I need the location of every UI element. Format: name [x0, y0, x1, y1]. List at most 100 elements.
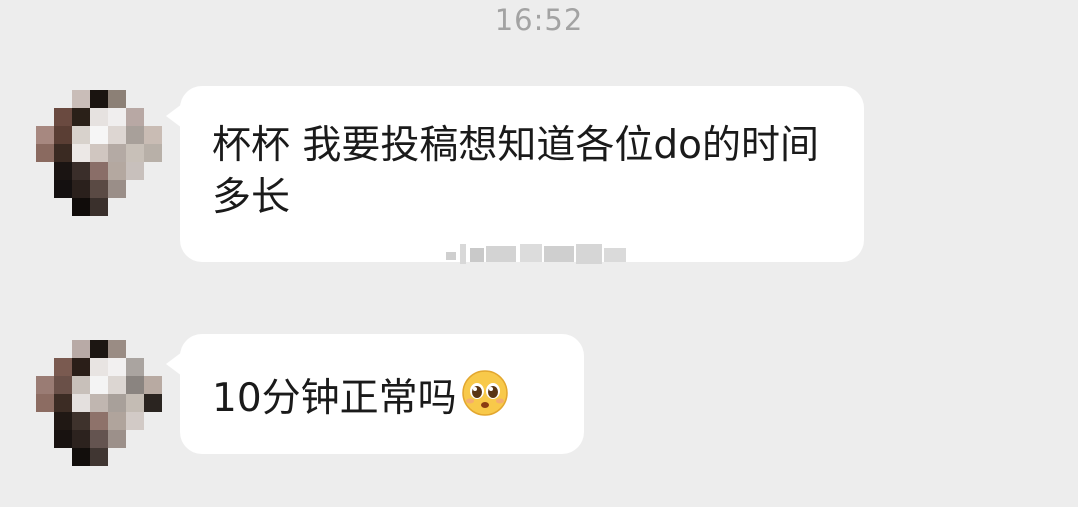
avatar-pixel [90, 180, 108, 198]
message-bubble[interactable]: 杯杯 我要投稿想知道各位do的时间多长 [166, 86, 864, 262]
avatar-pixel [90, 376, 108, 394]
avatar-pixel [72, 198, 90, 216]
message-bubble[interactable]: 10分钟正常吗 [166, 334, 584, 454]
avatar-pixel [36, 162, 54, 180]
avatar-pixel [72, 448, 90, 466]
avatar-pixel [108, 180, 126, 198]
avatar-pixel [90, 126, 108, 144]
avatar-pixel [54, 376, 72, 394]
message-text: 10分钟正常吗 [212, 376, 457, 421]
avatar-pixel [36, 180, 54, 198]
avatar-pixel [90, 448, 108, 466]
avatar-pixel [144, 394, 162, 412]
avatar-pixel [72, 144, 90, 162]
watermark-icon [446, 244, 626, 264]
avatar-pixel [90, 90, 108, 108]
avatar-pixel [36, 358, 54, 376]
avatar-pixel [72, 358, 90, 376]
avatar-pixel [144, 144, 162, 162]
avatar-pixel [36, 448, 54, 466]
avatar-pixel [72, 430, 90, 448]
avatar-pixel [126, 430, 144, 448]
avatar-pixel [144, 340, 162, 358]
avatar[interactable] [36, 90, 164, 218]
avatar-pixel [144, 126, 162, 144]
avatar-pixel [72, 90, 90, 108]
avatar-pixel [36, 412, 54, 430]
avatar[interactable] [36, 340, 164, 468]
avatar-pixel [108, 340, 126, 358]
avatar-pixel [36, 90, 54, 108]
avatar-pixel [72, 394, 90, 412]
avatar-pixel [126, 198, 144, 216]
avatar-pixel [144, 90, 162, 108]
avatar-pixel [90, 144, 108, 162]
avatar-pixel [144, 412, 162, 430]
avatar-pixel [90, 340, 108, 358]
avatar-pixel [126, 448, 144, 466]
avatar-pixel [36, 126, 54, 144]
avatar-pixel [54, 448, 72, 466]
avatar-pixel [36, 198, 54, 216]
avatar-pixel [36, 340, 54, 358]
avatar-pixel [54, 162, 72, 180]
avatar-pixel [90, 412, 108, 430]
avatar-pixel [126, 144, 144, 162]
avatar-pixel [36, 376, 54, 394]
avatar-pixel [126, 162, 144, 180]
avatar-pixel [72, 162, 90, 180]
pleading-face-emoji-icon [461, 370, 508, 416]
avatar-pixel [72, 108, 90, 126]
avatar-pixel [108, 358, 126, 376]
avatar-pixel [72, 126, 90, 144]
avatar-pixel [108, 144, 126, 162]
avatar-pixel [144, 198, 162, 216]
avatar-pixel [126, 394, 144, 412]
avatar-pixel [54, 90, 72, 108]
avatar-pixel [54, 180, 72, 198]
avatar-pixel [108, 198, 126, 216]
avatar-pixel [144, 108, 162, 126]
avatar-pixel [36, 108, 54, 126]
avatar-pixel [36, 144, 54, 162]
message-text: 杯杯 我要投稿想知道各位do的时间多长 [212, 123, 820, 220]
avatar-pixel [144, 162, 162, 180]
avatar-pixel [36, 394, 54, 412]
avatar-pixel [144, 430, 162, 448]
avatar-pixel [108, 126, 126, 144]
avatar-pixel [126, 340, 144, 358]
bubble-tail [166, 104, 182, 128]
avatar-pixel [54, 394, 72, 412]
avatar-pixel [54, 430, 72, 448]
avatar-pixel [144, 376, 162, 394]
avatar-pixel [90, 108, 108, 126]
avatar-pixel [126, 126, 144, 144]
avatar-pixel [90, 162, 108, 180]
avatar-pixel [144, 180, 162, 198]
avatar-pixel [126, 358, 144, 376]
avatar-pixel [108, 394, 126, 412]
message-timestamp: 16:52 [494, 3, 584, 37]
avatar-pixel [108, 108, 126, 126]
avatar-pixel [90, 198, 108, 216]
bubble-tail [166, 352, 182, 376]
avatar-pixel [54, 412, 72, 430]
avatar-pixel [54, 126, 72, 144]
avatar-pixel [54, 108, 72, 126]
avatar-pixel [108, 412, 126, 430]
avatar-pixel [144, 448, 162, 466]
avatar-pixel [126, 180, 144, 198]
avatar-pixel [126, 376, 144, 394]
avatar-pixel [72, 340, 90, 358]
avatar-pixel [54, 358, 72, 376]
avatar-pixel [54, 144, 72, 162]
avatar-pixel [90, 394, 108, 412]
avatar-pixel [108, 430, 126, 448]
avatar-pixel [108, 90, 126, 108]
avatar-pixel [126, 90, 144, 108]
avatar-pixel [108, 376, 126, 394]
avatar-pixel [108, 448, 126, 466]
avatar-pixel [72, 180, 90, 198]
avatar-pixel [36, 430, 54, 448]
avatar-pixel [108, 162, 126, 180]
